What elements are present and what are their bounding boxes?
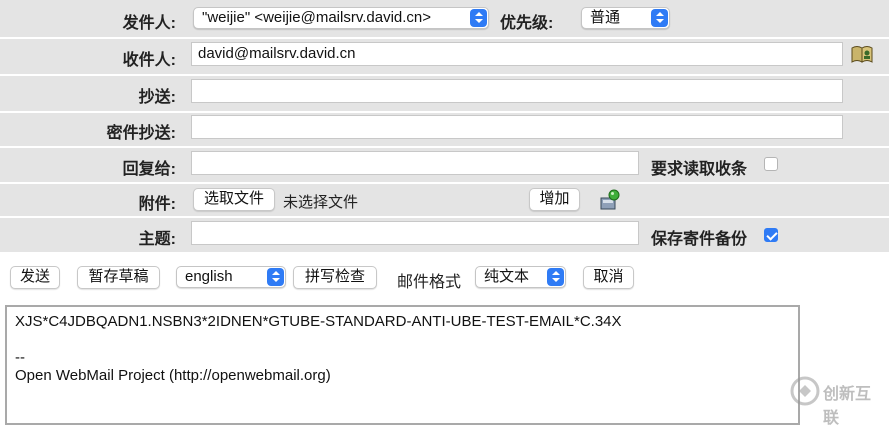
select-arrow-icon bbox=[470, 9, 487, 27]
from-row: 发件人: "weijie" <weijie@mailsrv.david.cn> … bbox=[0, 0, 889, 39]
priority-label: 优先级: bbox=[500, 15, 554, 32]
bcc-row: 密件抄送: bbox=[0, 113, 889, 148]
message-body-line: -- bbox=[15, 349, 25, 366]
read-receipt-label: 要求读取收条 bbox=[651, 161, 748, 178]
language-select[interactable]: english bbox=[176, 266, 286, 288]
choose-file-button[interactable]: 选取文件 bbox=[193, 188, 275, 211]
message-body-line: XJS*C4JDBQADN1.NSBN3*2IDNEN*GTUBE-STANDA… bbox=[15, 313, 622, 330]
cc-row: 抄送: bbox=[0, 76, 889, 113]
subject-row: 主题: 保存寄件备份 bbox=[0, 218, 889, 252]
attachment-row: 附件: 选取文件 未选择文件 增加 bbox=[0, 184, 889, 218]
format-select[interactable]: 纯文本 bbox=[475, 266, 566, 288]
format-select-value: 纯文本 bbox=[484, 268, 530, 285]
format-label: 邮件格式 bbox=[397, 274, 462, 291]
add-attachment-button[interactable]: 增加 bbox=[529, 188, 580, 211]
to-label: 收件人: bbox=[122, 52, 176, 69]
compose-toolbar: 发送 暂存草稿 english 拼写检查 邮件格式 纯文本 取消 bbox=[0, 252, 889, 304]
save-draft-button[interactable]: 暂存草稿 bbox=[77, 266, 160, 289]
logo-icon bbox=[790, 376, 820, 406]
subject-input[interactable] bbox=[191, 221, 639, 245]
from-select[interactable]: "weijie" <weijie@mailsrv.david.cn> bbox=[193, 7, 489, 29]
watermark-text: 创新互联 bbox=[823, 386, 872, 427]
spellcheck-button[interactable]: 拼写检查 bbox=[293, 266, 377, 289]
from-select-value: "weijie" <weijie@mailsrv.david.cn> bbox=[202, 9, 432, 26]
watermark: 创新互联 bbox=[790, 374, 886, 427]
reply-to-row: 回复给: 要求读取收条 bbox=[0, 148, 889, 184]
bcc-label: 密件抄送: bbox=[106, 125, 176, 142]
send-button[interactable]: 发送 bbox=[10, 266, 60, 289]
read-receipt-checkbox[interactable] bbox=[764, 157, 778, 171]
no-file-text: 未选择文件 bbox=[283, 194, 359, 211]
subject-label: 主题: bbox=[138, 231, 176, 248]
language-select-value: english bbox=[185, 268, 233, 285]
select-arrow-icon bbox=[651, 9, 668, 27]
cancel-button[interactable]: 取消 bbox=[583, 266, 634, 289]
cc-label: 抄送: bbox=[138, 89, 176, 106]
reply-to-label: 回复给: bbox=[122, 161, 176, 178]
attachment-icon[interactable] bbox=[598, 188, 622, 212]
bcc-input[interactable] bbox=[191, 115, 843, 139]
cc-input[interactable] bbox=[191, 79, 843, 103]
priority-select-value: 普通 bbox=[590, 9, 621, 26]
message-body[interactable]: XJS*C4JDBQADN1.NSBN3*2IDNEN*GTUBE-STANDA… bbox=[5, 305, 800, 425]
to-row: 收件人: david@mailsrv.david.cn bbox=[0, 39, 889, 76]
attachment-label: 附件: bbox=[138, 196, 176, 213]
message-body-line bbox=[15, 331, 790, 349]
save-copy-checkbox[interactable] bbox=[764, 228, 778, 242]
select-arrow-icon bbox=[547, 268, 564, 286]
select-arrow-icon bbox=[267, 268, 284, 286]
save-copy-label: 保存寄件备份 bbox=[651, 231, 748, 248]
priority-select[interactable]: 普通 bbox=[581, 7, 670, 29]
to-input[interactable]: david@mailsrv.david.cn bbox=[191, 42, 843, 66]
reply-to-input[interactable] bbox=[191, 151, 639, 175]
from-label: 发件人: bbox=[122, 15, 176, 32]
address-book-icon[interactable] bbox=[850, 44, 874, 64]
message-body-line: Open WebMail Project (http://openwebmail… bbox=[15, 367, 331, 384]
